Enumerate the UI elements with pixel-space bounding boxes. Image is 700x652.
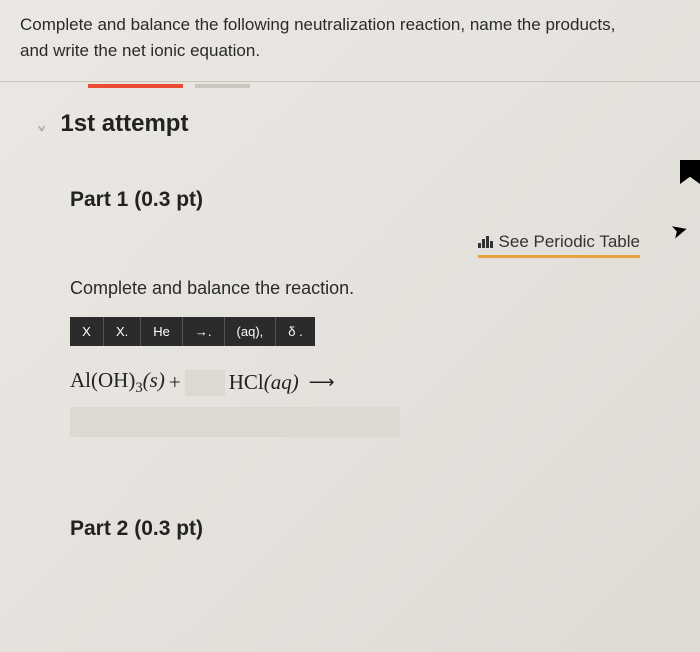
equation-toolbar: X X. He →. (aq), δ .	[70, 317, 315, 346]
part-1-instruction: Complete and balance the reaction.	[70, 278, 655, 299]
question-prompt: Complete and balance the following neutr…	[0, 0, 700, 82]
progress-inactive	[195, 84, 250, 88]
progress-bar	[0, 84, 700, 88]
toolbar-delta-button[interactable]: δ .	[276, 317, 314, 346]
equation-line-1: Al(OH)3(s) + HCl(aq) ⟶	[70, 368, 655, 397]
reaction-arrow-icon: ⟶	[309, 372, 335, 393]
coefficient-input-1[interactable]	[185, 370, 225, 396]
reactant-2: HCl(aq)	[229, 370, 299, 395]
toolbar-xsub-button[interactable]: X.	[104, 317, 141, 346]
part-2-label: Part 2 (0.3 pt)	[70, 517, 655, 541]
equation-line-2	[70, 407, 655, 437]
bar-chart-icon	[478, 236, 493, 248]
products-input[interactable]	[70, 407, 400, 437]
periodic-table-link[interactable]: See Periodic Table	[478, 232, 640, 258]
part-1-label: Part 1 (0.3 pt)	[70, 188, 655, 212]
part-2-block: Part 2 (0.3 pt)	[0, 457, 700, 581]
progress-active	[88, 84, 183, 88]
question-line1: Complete and balance the following neutr…	[20, 15, 615, 34]
toolbar-state-button[interactable]: (aq),	[225, 317, 277, 346]
chevron-down-icon: ⌄	[35, 109, 48, 139]
plus-sign: +	[169, 370, 181, 395]
toolbar-element-button[interactable]: He	[141, 317, 183, 346]
reactant-1: Al(OH)3(s)	[70, 368, 165, 397]
attempt-header[interactable]: ⌄ 1st attempt	[0, 88, 700, 148]
toolbar-arrow-button[interactable]: →.	[183, 317, 225, 346]
question-line2: and write the net ionic equation.	[20, 41, 260, 60]
part-1-block: Part 1 (0.3 pt) See Periodic Table Compl…	[0, 148, 700, 457]
toolbar-x-button[interactable]: X	[70, 317, 104, 346]
periodic-table-text: See Periodic Table	[499, 232, 640, 252]
attempt-title: 1st attempt	[60, 110, 188, 138]
